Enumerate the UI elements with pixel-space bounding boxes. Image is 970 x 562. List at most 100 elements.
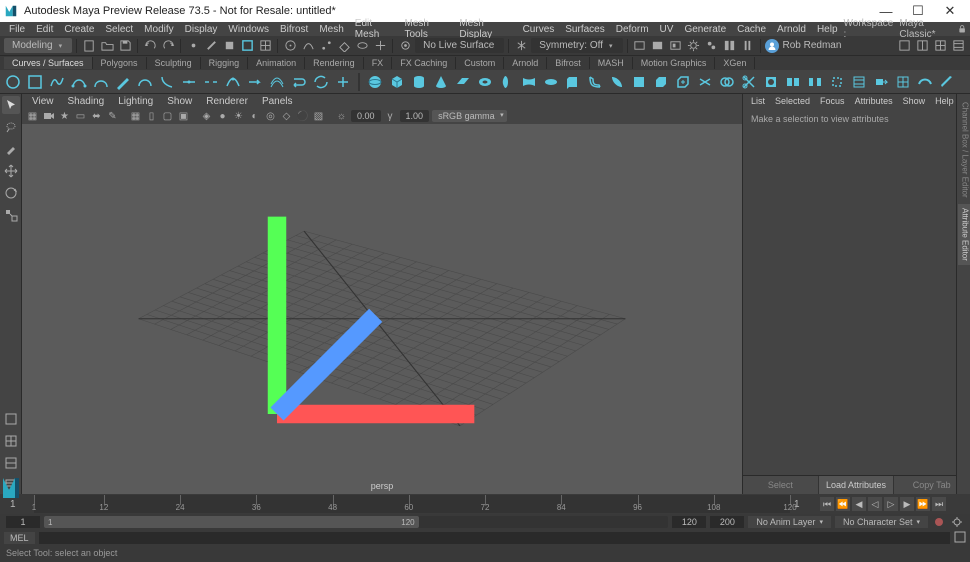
offset-curve-icon[interactable]	[268, 73, 286, 91]
user-account[interactable]: Rob Redman	[765, 39, 842, 53]
vp-resolution-gate-icon[interactable]: ▢	[161, 110, 174, 123]
symmetry-icon[interactable]	[513, 38, 529, 54]
step-back-key-icon[interactable]: ⏪	[836, 497, 850, 511]
shelf-tab-sculpting[interactable]: Sculpting	[147, 57, 201, 69]
goto-start-icon[interactable]: ⏮	[820, 497, 834, 511]
bevel-plus-icon[interactable]	[674, 73, 692, 91]
add-points-icon[interactable]	[334, 73, 352, 91]
time-ruler[interactable]: 11224364860728496108120	[34, 495, 790, 513]
select-edge-icon[interactable]	[203, 38, 219, 54]
vp-gamma-value[interactable]: 1.00	[400, 110, 430, 122]
extrude-surface-icon[interactable]	[564, 73, 582, 91]
boundary-icon[interactable]	[608, 73, 626, 91]
redo-icon[interactable]	[160, 38, 176, 54]
vp-select-camera-icon[interactable]: ▦	[26, 110, 39, 123]
menu-display[interactable]: Display	[180, 24, 223, 35]
tab-channel-box[interactable]: Channel Box / Layer Editor	[958, 98, 970, 202]
rebuild-surface-icon[interactable]	[894, 73, 912, 91]
layout-four-icon[interactable]	[2, 432, 20, 450]
move-tool[interactable]	[2, 162, 20, 180]
nurbs-cone-icon[interactable]	[432, 73, 450, 91]
snap-plane-icon[interactable]	[336, 38, 352, 54]
menu-windows[interactable]: Windows	[223, 24, 274, 35]
detach-curve-icon[interactable]	[202, 73, 220, 91]
paint-select-tool[interactable]	[2, 140, 20, 158]
insert-knot-icon[interactable]	[224, 73, 242, 91]
shelf-tab-bifrost[interactable]: Bifrost	[547, 57, 590, 69]
menu-cache[interactable]: Cache	[732, 24, 771, 35]
script-language-dropdown[interactable]: MEL	[4, 532, 35, 544]
scale-tool[interactable]	[2, 206, 20, 224]
vp-xray-joints-icon[interactable]: ⚫	[296, 110, 309, 123]
shelf-tab-fx-caching[interactable]: FX Caching	[392, 57, 456, 69]
snap-point-icon[interactable]	[318, 38, 334, 54]
project-curve-icon[interactable]	[696, 73, 714, 91]
construction-history-icon[interactable]	[632, 38, 648, 54]
menu-file[interactable]: File	[4, 24, 30, 35]
snap-live-icon[interactable]	[372, 38, 388, 54]
nurbs-square-icon[interactable]	[26, 73, 44, 91]
shelf-tab-rendering[interactable]: Rendering	[305, 57, 364, 69]
shelf-tab-custom[interactable]: Custom	[456, 57, 504, 69]
nurbs-plane-icon[interactable]	[454, 73, 472, 91]
vp-bookmark-icon[interactable]: ★	[58, 110, 71, 123]
extend-surface-icon[interactable]	[872, 73, 890, 91]
step-forward-key-icon[interactable]: ⏩	[916, 497, 930, 511]
command-input[interactable]	[39, 532, 950, 544]
live-surface-icon[interactable]	[397, 38, 413, 54]
nurbs-torus-icon[interactable]	[476, 73, 494, 91]
vp-image-plane-icon[interactable]: ▭	[74, 110, 87, 123]
cv-curve-icon[interactable]	[70, 73, 88, 91]
anim-layer-dropdown[interactable]: No Anim Layer▾	[748, 516, 831, 528]
attr-menu-attributes[interactable]: Attributes	[851, 96, 897, 106]
menu-select[interactable]: Select	[100, 24, 138, 35]
menu-generate[interactable]: Generate	[679, 24, 731, 35]
square-surface-icon[interactable]	[630, 73, 648, 91]
vp-gamma-icon[interactable]: γ	[384, 110, 397, 123]
vp-camera-icon[interactable]	[42, 110, 55, 123]
vp-wireframe-icon[interactable]: ◈	[200, 110, 213, 123]
attr-menu-show[interactable]: Show	[899, 96, 930, 106]
time-start-field[interactable]: 1	[10, 499, 30, 510]
snap-grid-icon[interactable]	[282, 38, 298, 54]
attr-load-button[interactable]: Load Attributes	[819, 476, 895, 494]
hypershade-icon[interactable]	[704, 38, 720, 54]
snap-curve-icon[interactable]	[300, 38, 316, 54]
select-face-icon[interactable]	[221, 38, 237, 54]
snap-surface-icon[interactable]	[354, 38, 370, 54]
attach-surface-icon[interactable]	[784, 73, 802, 91]
script-editor-icon[interactable]	[954, 531, 966, 546]
surface-editing-icon[interactable]	[938, 73, 956, 91]
attr-menu-help[interactable]: Help	[931, 96, 958, 106]
bezier-curve-icon[interactable]	[92, 73, 110, 91]
step-back-icon[interactable]: ◀	[852, 497, 866, 511]
panel-layout-2-icon[interactable]	[914, 38, 930, 54]
select-uv-icon[interactable]	[257, 38, 273, 54]
menu-help[interactable]: Help	[812, 24, 843, 35]
attr-menu-selected[interactable]: Selected	[771, 96, 814, 106]
vp-menu-lighting[interactable]: Lighting	[112, 96, 159, 107]
new-scene-icon[interactable]	[81, 38, 97, 54]
menu-bifrost[interactable]: Bifrost	[275, 24, 313, 35]
vp-film-gate-icon[interactable]: ▯	[145, 110, 158, 123]
vp-2d-pan-icon[interactable]: ⬌	[90, 110, 103, 123]
nurbs-sphere-icon[interactable]	[366, 73, 384, 91]
rotate-tool[interactable]	[2, 184, 20, 202]
vp-colorspace-dropdown[interactable]: sRGB gamma	[432, 110, 507, 122]
symmetry-dropdown[interactable]: Symmetry: Off▾	[531, 38, 622, 53]
sculpt-surface-icon[interactable]	[916, 73, 934, 91]
extend-curve-icon[interactable]	[246, 73, 264, 91]
ep-curve-icon[interactable]	[48, 73, 66, 91]
untrim-icon[interactable]	[762, 73, 780, 91]
save-scene-icon[interactable]	[117, 38, 133, 54]
render-settings-icon[interactable]	[686, 38, 702, 54]
vp-grease-pencil-icon[interactable]: ✎	[106, 110, 119, 123]
step-forward-icon[interactable]: ▶	[900, 497, 914, 511]
vp-exposure-value[interactable]: 0.00	[351, 110, 381, 122]
time-current-field[interactable]: 1	[794, 499, 814, 510]
lock-icon[interactable]	[958, 24, 966, 34]
play-back-icon[interactable]: ◁	[868, 497, 882, 511]
prefs-icon[interactable]	[950, 515, 964, 529]
menu-uv[interactable]: UV	[655, 24, 679, 35]
shelf-tab-animation[interactable]: Animation	[248, 57, 305, 69]
